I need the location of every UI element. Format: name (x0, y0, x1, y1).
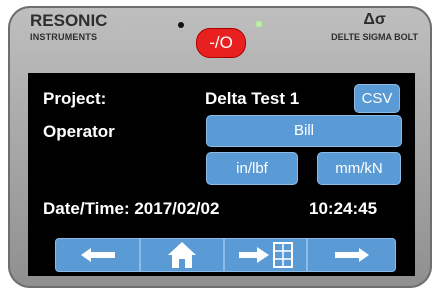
forward-arrow-icon (334, 248, 369, 262)
arrow-to-grid-icon (238, 242, 293, 268)
forward-button[interactable] (307, 238, 396, 272)
project-value: Delta Test 1 (205, 89, 300, 108)
product-name: DELTE SIGMA BOLT (331, 32, 418, 42)
next-screen-button[interactable] (224, 238, 307, 272)
csv-button[interactable]: CSV (354, 84, 400, 113)
status-led-off (178, 22, 184, 28)
brand-resonic: RESONIC INSTRUMENTS (30, 12, 107, 42)
status-led-on (256, 21, 262, 27)
power-button[interactable]: -/O (196, 28, 246, 58)
time-value: 10:24:45 (309, 199, 378, 218)
back-button[interactable] (55, 238, 140, 272)
project-label: Project: (43, 89, 107, 108)
home-icon (168, 242, 196, 268)
operator-field[interactable]: Bill (206, 115, 402, 147)
operator-label: Operator (43, 122, 115, 141)
brand-delta-sigma: Δσ DELTE SIGMA BOLT (331, 12, 418, 42)
datetime-label: Date/Time: 2017/02/02 (43, 199, 220, 218)
brand-subtitle: INSTRUMENTS (30, 32, 98, 42)
back-arrow-icon (80, 248, 115, 262)
units-inlbf-button[interactable]: in/lbf (206, 152, 298, 185)
units-mmkn-button[interactable]: mm/kN (317, 152, 401, 185)
brand-name: RESONIC (30, 11, 108, 30)
delta-sigma-symbol: Δσ (363, 11, 386, 28)
home-button[interactable] (140, 238, 224, 272)
